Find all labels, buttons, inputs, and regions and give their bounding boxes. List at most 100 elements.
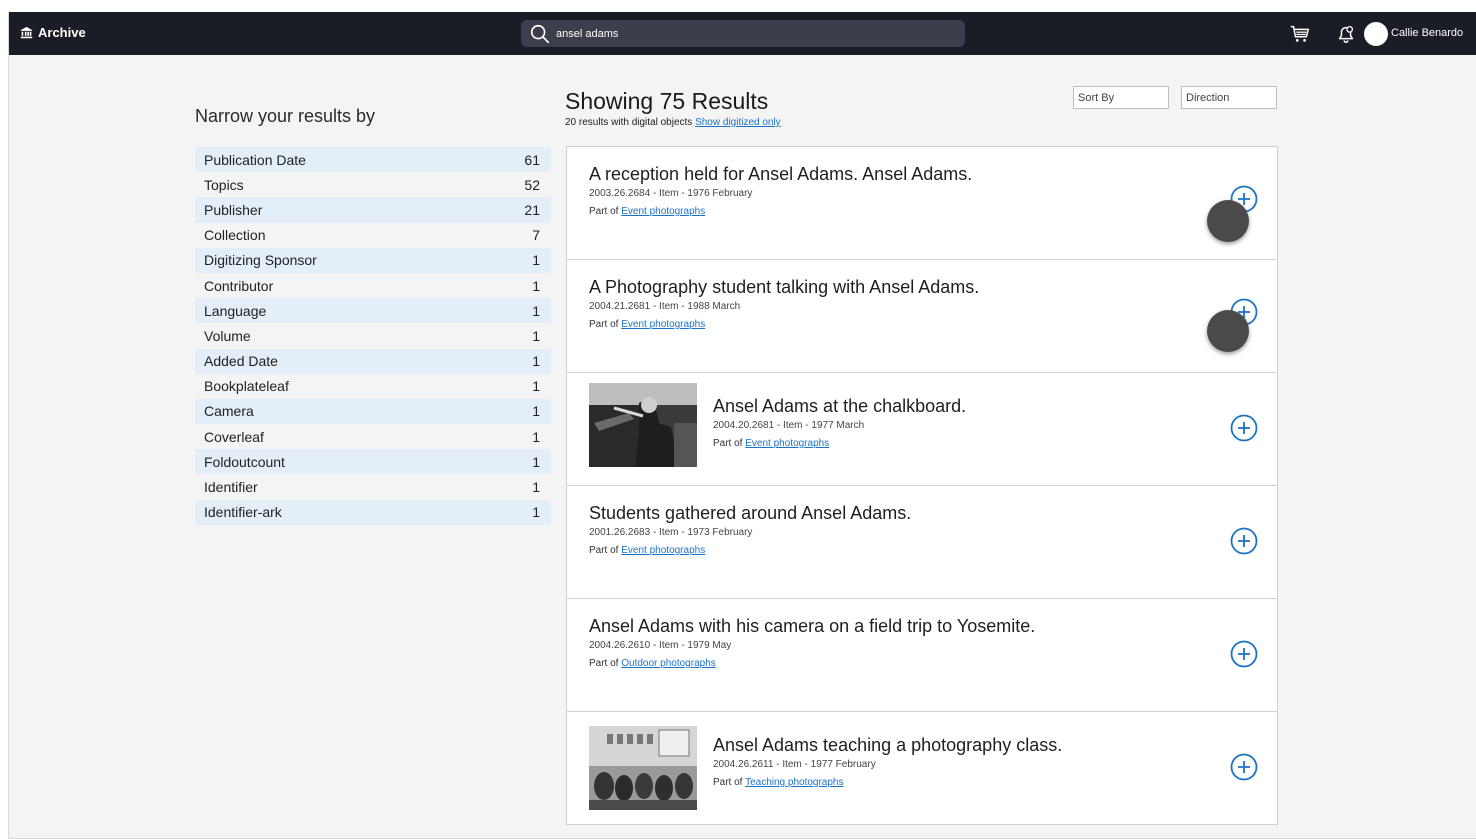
part-of-label: Part of xyxy=(713,777,743,788)
result-collection: Part of Event photographs xyxy=(713,438,829,449)
result-title[interactable]: A Photography student talking with Ansel… xyxy=(589,277,979,298)
museum-icon xyxy=(20,26,33,39)
chalkboard-photo-thumbnail[interactable] xyxy=(589,383,697,467)
facet-label: Camera xyxy=(204,403,254,420)
facet-label: Foldoutcount xyxy=(204,453,285,470)
avatar[interactable] xyxy=(1364,22,1388,46)
facet-row[interactable]: Language 1 xyxy=(195,298,551,324)
result-title[interactable]: Students gathered around Ansel Adams. xyxy=(589,503,911,524)
facet-row[interactable]: Identifier-ark 1 xyxy=(195,499,551,525)
facet-count: 1 xyxy=(532,277,540,294)
facet-label: Coverleaf xyxy=(204,428,264,445)
add-circle-icon[interactable] xyxy=(1230,527,1258,555)
facet-count: 1 xyxy=(532,504,540,521)
result-meta: 2004.21.2681 - Item - 1988 March xyxy=(589,301,741,312)
result-card[interactable]: Ansel Adams with his camera on a field t… xyxy=(566,598,1278,712)
part-of-label: Part of xyxy=(713,438,743,449)
facet-label: Publisher xyxy=(204,201,263,218)
facet-count: 1 xyxy=(532,252,540,269)
facet-row[interactable]: Coverleaf 1 xyxy=(195,424,551,449)
add-circle-icon[interactable] xyxy=(1230,640,1258,668)
facet-count: 1 xyxy=(532,479,540,496)
part-of-label: Part of xyxy=(589,545,619,556)
touch-cursor xyxy=(1207,310,1249,352)
facet-row[interactable]: Added Date 1 xyxy=(195,348,551,374)
results-heading: Showing 75 Results xyxy=(565,88,769,114)
top-navbar: Archive Callie Benardo xyxy=(9,12,1476,55)
result-collection: Part of Teaching photographs xyxy=(713,777,844,788)
result-meta: 2004.26.2611 - Item - 1977 February xyxy=(713,759,876,770)
direction-select[interactable]: Direction xyxy=(1181,86,1277,109)
facet-row[interactable]: Publisher 21 xyxy=(195,197,551,223)
cart-icon[interactable] xyxy=(1289,23,1311,45)
result-meta: 2004.26.2610 - Item - 1979 May xyxy=(589,640,732,651)
result-title[interactable]: Ansel Adams teaching a photography class… xyxy=(713,735,1062,756)
collection-link[interactable]: Event photographs xyxy=(745,438,829,449)
facet-count: 61 xyxy=(524,151,540,168)
classroom-photo-thumbnail[interactable] xyxy=(589,726,697,810)
facet-list: Publication Date 61 Topics 52 Publisher 21 Col… xyxy=(195,147,551,525)
facet-label: Bookplateleaf xyxy=(204,378,289,395)
result-meta: 2001.26.2683 - Item - 1973 February xyxy=(589,527,753,538)
collection-link[interactable]: Event photographs xyxy=(621,545,705,556)
facet-row[interactable]: Collection 7 xyxy=(195,223,551,248)
search-bar[interactable] xyxy=(521,20,965,47)
facet-label: Volume xyxy=(204,327,251,344)
collection-link[interactable]: Event photographs xyxy=(621,206,705,217)
collection-link[interactable]: Teaching photographs xyxy=(745,777,843,788)
facet-label: Publication Date xyxy=(204,151,306,168)
facet-count: 7 xyxy=(532,227,540,244)
facet-count: 1 xyxy=(532,428,540,445)
facet-row[interactable]: Bookplateleaf 1 xyxy=(195,374,551,399)
facet-count: 1 xyxy=(532,302,540,319)
part-of-label: Part of xyxy=(589,658,619,669)
facet-row[interactable]: Volume 1 xyxy=(195,323,551,348)
collection-link[interactable]: Outdoor photographs xyxy=(621,658,716,669)
part-of-label: Part of xyxy=(589,206,619,217)
user-name[interactable]: Callie Benardo xyxy=(1391,27,1463,39)
facet-label: Identifier xyxy=(204,479,258,496)
facet-label: Language xyxy=(204,302,267,319)
result-card[interactable]: A reception held for Ansel Adams. Ansel … xyxy=(566,146,1278,260)
bell-icon[interactable] xyxy=(1335,23,1357,45)
result-collection: Part of Event photographs xyxy=(589,319,705,330)
add-circle-icon[interactable] xyxy=(1230,414,1258,442)
collection-link[interactable]: Event photographs xyxy=(621,319,705,330)
result-collection: Part of Event photographs xyxy=(589,545,705,556)
result-meta: 2004.20.2681 - Item - 1977 March xyxy=(713,420,865,431)
result-card[interactable]: Students gathered around Ansel Adams. 200… xyxy=(566,485,1278,599)
facet-label: Topics xyxy=(204,176,244,193)
result-collection: Part of Event photographs xyxy=(589,206,705,217)
result-card[interactable]: Ansel Adams at the chalkboard. 2004.20.26… xyxy=(566,372,1278,486)
search-icon[interactable] xyxy=(529,23,551,45)
facet-row[interactable]: Identifier 1 xyxy=(195,474,551,499)
results-list: A reception held for Ansel Adams. Ansel … xyxy=(566,146,1278,825)
app-window: Archive Callie Benardo Narrow your resul… xyxy=(8,12,1476,839)
result-title[interactable]: A reception held for Ansel Adams. Ansel … xyxy=(589,164,972,185)
result-title[interactable]: Ansel Adams with his camera on a field t… xyxy=(589,616,1035,637)
facet-row[interactable]: Publication Date 61 xyxy=(195,147,551,173)
brand-label: Archive xyxy=(38,25,86,40)
result-title[interactable]: Ansel Adams at the chalkboard. xyxy=(713,396,966,417)
result-card[interactable]: A Photography student talking with Ansel… xyxy=(566,259,1278,373)
facet-label: Identifier-ark xyxy=(204,504,282,521)
show-digitized-link[interactable]: Show digitized only xyxy=(695,117,781,128)
facet-label: Digitizing Sponsor xyxy=(204,252,317,269)
facet-row[interactable]: Foldoutcount 1 xyxy=(195,449,551,475)
facet-count: 1 xyxy=(532,378,540,395)
facet-label: Collection xyxy=(204,227,266,244)
sort-by-select[interactable]: Sort By xyxy=(1073,86,1169,109)
brand-link[interactable]: Archive xyxy=(20,25,86,40)
results-subtitle: 20 results with digital objects Show dig… xyxy=(565,117,781,128)
result-card[interactable]: Ansel Adams teaching a photography class… xyxy=(566,711,1278,825)
result-meta: 2003.26.2684 - Item - 1976 February xyxy=(589,188,753,199)
search-input[interactable] xyxy=(556,27,936,40)
result-collection: Part of Outdoor photographs xyxy=(589,658,716,669)
facet-count: 21 xyxy=(524,201,540,218)
facet-row[interactable]: Topics 52 xyxy=(195,172,551,197)
facet-row[interactable]: Contributor 1 xyxy=(195,273,551,298)
facet-row[interactable]: Digitizing Sponsor 1 xyxy=(195,247,551,273)
touch-cursor xyxy=(1207,200,1249,242)
facet-row[interactable]: Camera 1 xyxy=(195,398,551,425)
add-circle-icon[interactable] xyxy=(1230,753,1258,781)
